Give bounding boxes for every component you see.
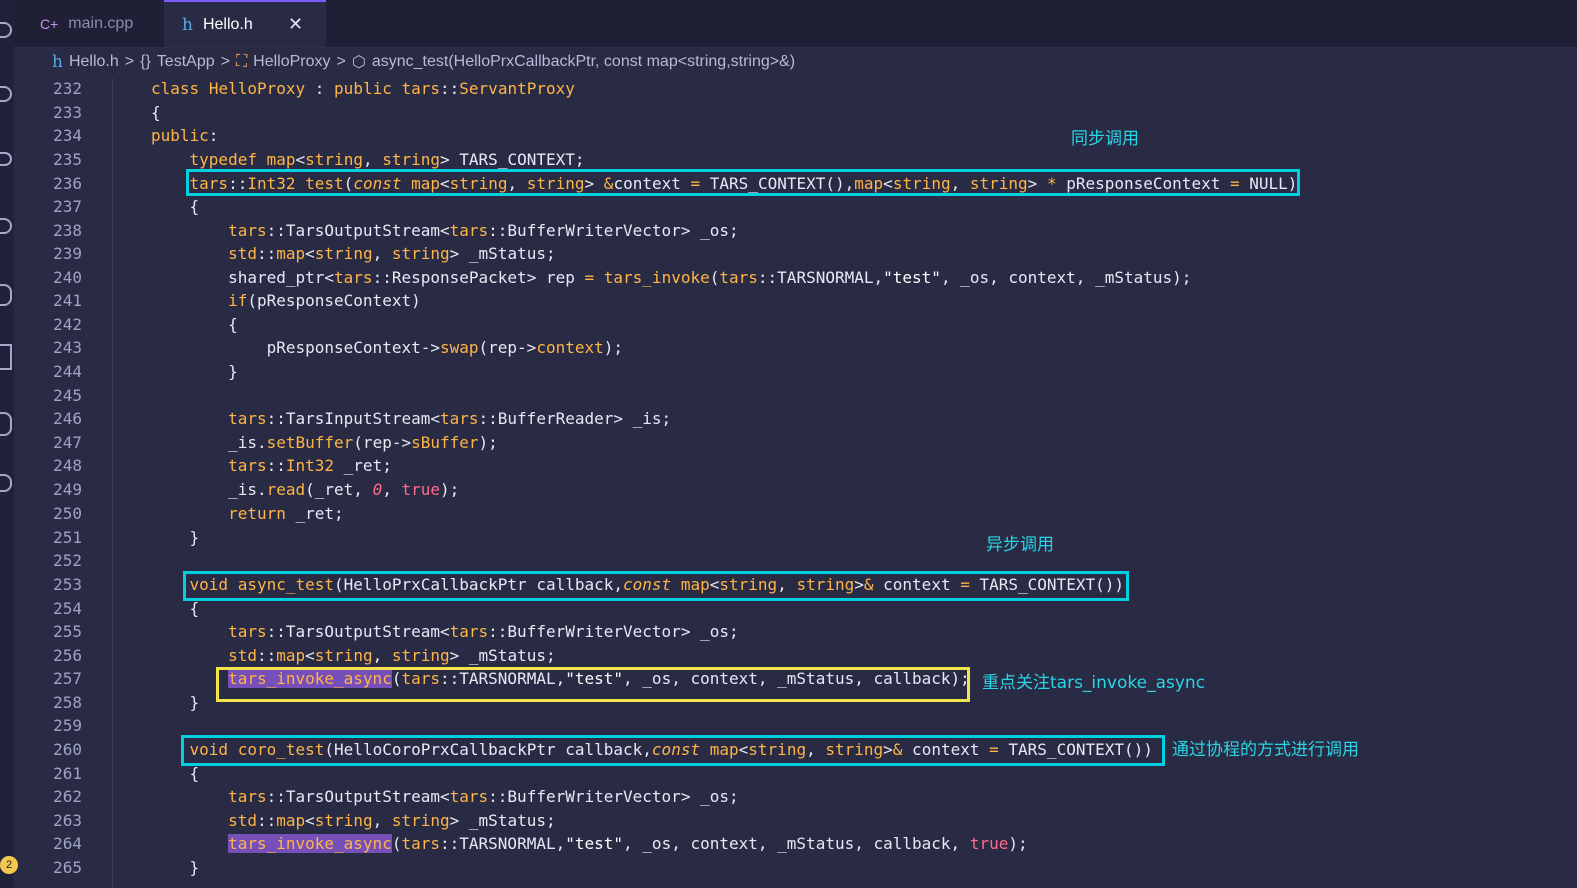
line-number: 265 [53,858,82,877]
chevron-right-icon: > [220,53,230,70]
line-number: 256 [53,646,82,665]
class-icon: ⛶ [235,53,248,70]
line-number: 259 [53,716,82,735]
line-number: 258 [53,693,82,712]
sync-annotation: 同步调用 [1071,129,1139,149]
code-line: if(pResponseContext) [228,291,421,310]
line-number: 251 [53,528,82,547]
method-icon: ⬡ [351,54,366,71]
line-number: 245 [53,386,82,405]
coro-call-box [181,735,1165,766]
code-line: shared_ptr<tars::ResponsePacket> rep = t… [151,268,1192,287]
header-file-icon: h [182,14,193,35]
code-line: tars::TarsOutputStream<tars::BufferWrite… [228,787,739,806]
code-line: class HelloProxy : public tars::ServantP… [151,79,575,98]
async-call-box [183,571,1129,601]
code-line: pResponseContext->swap(rep->context); [151,338,624,357]
line-number: 249 [53,480,82,499]
explorer-icon[interactable] [0,22,12,38]
line-number: 247 [53,433,82,452]
code-line: } [151,362,238,381]
code-line: std::map<string, string> _mStatus; [228,811,556,830]
chevron-right-icon: > [124,53,135,70]
code-line: public: [151,126,219,145]
header-file-icon: h [52,52,63,72]
c++-file-icon: C+ [40,15,59,32]
code-line: std::map<string, string> _mStatus; [228,646,556,665]
code-line: { [151,315,238,334]
line-number: 243 [53,338,82,357]
line-number: 254 [53,599,82,618]
line-number: 248 [53,456,82,475]
line-number: 239 [53,244,82,263]
line-number: 236 [53,174,82,193]
line-number: 232 [53,79,82,98]
code-line: tars::TarsOutputStream<tars::BufferWrite… [228,622,739,641]
coro-annotation: 通过协程的方式进行调用 [1172,740,1359,760]
code-line: _is.read(_ret, 0, true); [151,480,460,499]
code-line: tars::TarsInputStream<tars::BufferReader… [228,409,672,428]
code-line: return _ret; [228,504,344,523]
code-line: } [151,528,200,547]
breadcrumb-label: HelloProxy [253,53,331,70]
line-number: 238 [53,221,82,240]
line-number: 253 [53,575,82,594]
tab-hello-h[interactable]: h Hello.h ✕ [164,0,326,47]
line-number: 241 [53,291,82,310]
line-number: 262 [53,787,82,806]
code-line: } [151,693,200,712]
namespace-icon: {} [140,53,151,70]
line-number: 263 [53,811,82,830]
chevron-right-icon: > [336,53,346,70]
line-number: 234 [53,126,82,145]
breadcrumb-label: async_test(HelloPrxCallbackPtr, const ma… [371,53,796,70]
line-number: 235 [53,150,82,169]
tab-main-cpp[interactable]: C+ main.cpp [14,0,176,47]
line-number: 233 [53,103,82,122]
tab-label: main.cpp [68,14,134,32]
line-number: 246 [53,409,82,428]
line-number: 261 [53,764,82,783]
line-number: 244 [53,362,82,381]
breadcrumb-method[interactable]: ⬡ async_test(HelloPrxCallbackPtr, const … [352,52,795,72]
code-line: { [151,103,161,122]
code-line: tars::TarsOutputStream<tars::BufferWrite… [228,221,739,240]
code-line: _is.setBuffer(rep->sBuffer); [151,433,498,452]
line-number: 255 [53,622,82,641]
line-number: 252 [53,551,82,570]
close-icon[interactable]: ✕ [288,14,303,35]
code-line: } [151,858,200,877]
code-line: { [151,197,200,216]
line-number: 257 [53,669,82,688]
async-annotation: 异步调用 [986,535,1054,555]
breadcrumb-file[interactable]: h Hello.h [52,52,119,72]
breadcrumb: h Hello.h > {} TestApp > ⛶ HelloProxy > … [14,48,1577,76]
line-number: 264 [53,834,82,853]
focus-annotation: 重点关注tars_invoke_async [982,673,1206,693]
breadcrumb-label: TestApp [156,53,215,70]
code-line: tars::Int32 _ret; [228,456,392,475]
line-number: 260 [53,740,82,759]
tab-label: Hello.h [202,15,253,33]
line-number: 240 [53,268,82,287]
focus-invoke-box [216,667,970,702]
line-number: 250 [53,504,82,523]
breadcrumb-label: Hello.h [68,53,119,70]
code-line: tars_invoke_async(tars::TARSNORMAL,"test… [228,834,1028,853]
sync-call-box [186,169,1300,196]
line-number: 237 [53,197,82,216]
breadcrumb-namespace[interactable]: {} TestApp [140,53,215,71]
line-number: 242 [53,315,82,334]
code-line: std::map<string, string> _mStatus; [228,244,556,263]
breadcrumb-class[interactable]: ⛶ HelloProxy [236,53,331,71]
